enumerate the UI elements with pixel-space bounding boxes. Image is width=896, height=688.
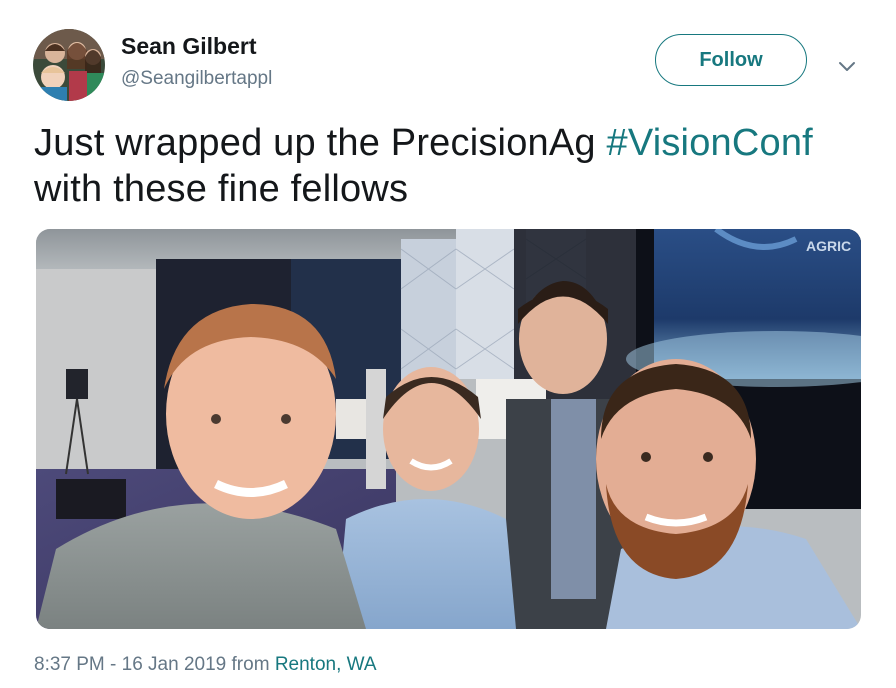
user-name[interactable]: Sean Gilbert [121,33,256,60]
hashtag-link[interactable]: #VisionConf [607,122,813,164]
tweet-meta: 8:37 PM - 16 Jan 2019 from Renton, WA [34,654,377,676]
screen-text: AGRIC [806,238,851,254]
follow-button[interactable]: Follow [655,34,807,86]
tweet-text-part1: Just wrapped up the PrecisionAg [34,122,607,164]
group-selfie-photo-icon: AGRIC [36,229,861,629]
tweet-text-part2: with these fine fellows [34,168,409,210]
tweet-timestamp[interactable]: 8:37 PM - 16 Jan 2019 [34,654,226,675]
family-photo-avatar-icon [33,29,105,101]
from-text: from [226,654,275,675]
tweet-photo[interactable]: AGRIC [36,229,861,629]
location-link[interactable]: Renton, WA [275,654,377,675]
avatar[interactable] [33,29,105,101]
user-handle[interactable]: @Seangilbertappl [121,68,272,90]
tweet-text: Just wrapped up the PrecisionAg #VisionC… [34,120,874,212]
chevron-down-icon[interactable] [836,55,858,77]
